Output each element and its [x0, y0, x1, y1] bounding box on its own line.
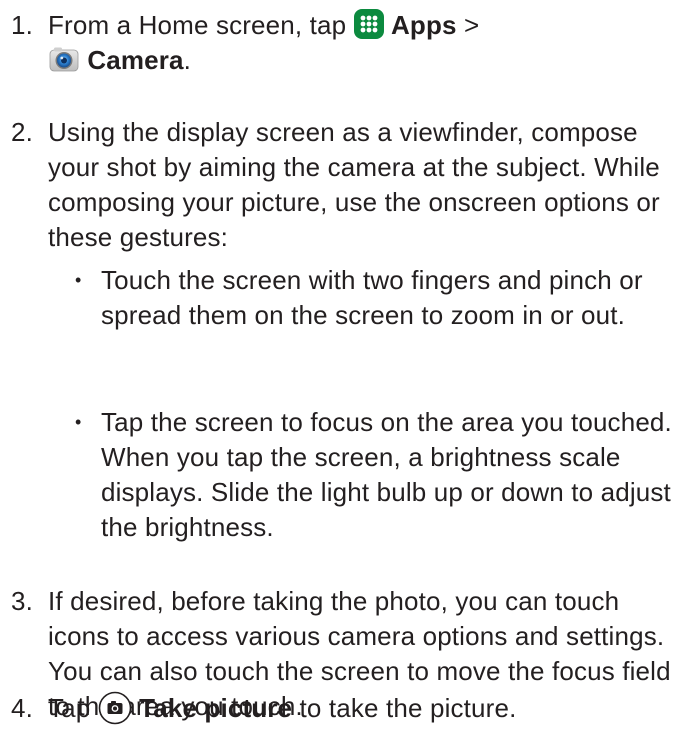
- apps-label: Apps: [390, 10, 457, 40]
- take-picture-icon: [98, 691, 132, 725]
- step-1-text-prefix: From a Home screen, tap: [48, 10, 354, 40]
- step-1-end: .: [183, 45, 192, 75]
- camera-label: Camera: [87, 45, 184, 75]
- step-number: 2.: [11, 117, 33, 147]
- step-number: 3.: [11, 586, 33, 616]
- camera-app-icon: [48, 45, 80, 75]
- step-4-suffix: to take the picture.: [292, 693, 517, 723]
- bullet-text: Tap the screen to focus on the area you …: [101, 407, 672, 542]
- menu-separator: >: [456, 10, 480, 40]
- instructions-document: 1. From a Home screen, tap Apps > Camera…: [0, 0, 681, 745]
- step-number: 4.: [11, 693, 33, 723]
- step-number: 1.: [11, 10, 33, 40]
- step-text: Using the display screen as a viewfinder…: [48, 117, 660, 252]
- step-4-prefix: Tap: [48, 693, 98, 723]
- step-text: From a Home screen, tap Apps > Camera.: [48, 8, 681, 78]
- apps-grid-icon: [353, 9, 384, 39]
- bullet-dot: •: [75, 270, 82, 290]
- take-picture-label: Take picture: [139, 693, 293, 723]
- bullet-text: Touch the screen with two fingers and pi…: [101, 265, 643, 330]
- step-text: Tap Take picture to take the picture.: [48, 691, 681, 726]
- bullet-dot: •: [75, 412, 82, 432]
